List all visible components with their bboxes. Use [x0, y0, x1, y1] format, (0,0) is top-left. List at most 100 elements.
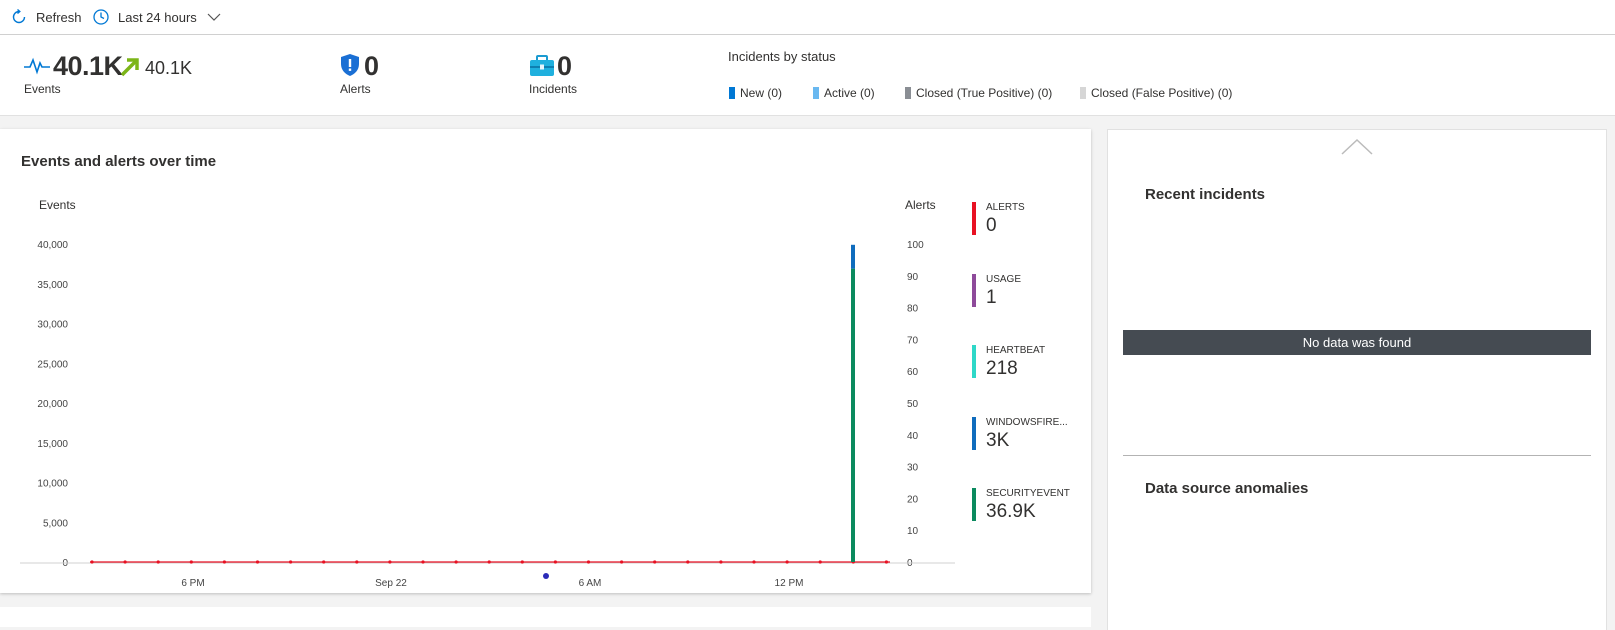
events-label: Events	[24, 82, 61, 96]
lower-panel	[0, 607, 1091, 627]
alerts-data-point	[785, 560, 789, 564]
alerts-data-point	[255, 560, 260, 564]
status-legend-item[interactable]: Active (0)	[813, 86, 875, 100]
y-right-tick-label: 80	[907, 304, 919, 315]
y-right-tick-label: 10	[907, 526, 919, 537]
y-right-tick-label: 30	[907, 463, 919, 474]
time-range-dropdown[interactable]: Last 24 hours	[92, 0, 221, 34]
y-right-tick-label: 50	[907, 399, 919, 410]
alerts-data-point	[454, 560, 458, 564]
status-legend-item[interactable]: Closed (True Positive) (0)	[905, 86, 1052, 100]
y-tick-label: 5,000	[43, 518, 68, 529]
y-right-tick-label: 60	[907, 367, 919, 378]
y-tick-label: 40,000	[37, 240, 68, 251]
shield-alert-icon	[341, 54, 359, 76]
status-label: New (0)	[740, 86, 783, 100]
status-legend-item[interactable]: New (0)	[729, 86, 782, 100]
events-alerts-chart: EventsAlerts05,00010,00015,00020,00025,0…	[20, 198, 955, 589]
refresh-button[interactable]: Refresh	[10, 0, 82, 34]
legend-series-value: 3K	[986, 429, 1010, 451]
y-axis-title: Events	[39, 198, 76, 212]
alerts-data-point	[884, 560, 889, 564]
alerts-data-point	[156, 560, 160, 564]
y-axis-right-title: Alerts	[905, 198, 936, 212]
y-right-tick-label: 90	[907, 272, 919, 283]
chevron-down-icon	[207, 13, 221, 21]
status-swatch	[1080, 87, 1086, 99]
alerts-data-point	[818, 560, 822, 564]
status-legend-item[interactable]: Closed (False Positive) (0)	[1080, 86, 1232, 100]
y-tick-label: 10,000	[37, 479, 68, 490]
y-tick-label: 35,000	[37, 280, 68, 291]
alerts-data-point	[189, 560, 193, 564]
alerts-data-point	[123, 560, 127, 564]
legend-series-name: USAGE	[986, 273, 1022, 285]
alerts-data-point	[686, 560, 690, 564]
legend-series-value: 36.9K	[986, 501, 1036, 522]
windowsfirewall-bar	[851, 244, 855, 269]
activity-pulse-icon	[24, 57, 50, 75]
status-swatch	[905, 87, 911, 99]
alerts-data-point	[421, 560, 425, 564]
command-bar: Refresh Last 24 hours	[0, 0, 1615, 35]
y-tick-label: 25,000	[37, 359, 68, 370]
alerts-data-point	[520, 560, 524, 564]
alerts-data-point	[586, 560, 591, 564]
clock-icon	[93, 9, 109, 25]
x-tick-label: 6 AM	[579, 578, 602, 589]
legend-series-name: WINDOWSFIRE...	[986, 416, 1068, 428]
divider	[1123, 455, 1591, 456]
legend-series-value: 1	[986, 286, 997, 308]
incidents-count: 0	[557, 51, 572, 81]
legend-color-bar	[972, 416, 976, 450]
status-label: Closed (False Positive) (0)	[1091, 86, 1233, 100]
time-range-label: Last 24 hours	[118, 9, 197, 25]
briefcase-icon	[530, 55, 554, 76]
x-tick-label: 6 PM	[181, 578, 204, 589]
y-tick-label: 15,000	[37, 439, 68, 450]
legend-series-value: 0	[986, 215, 997, 236]
alerts-data-point	[553, 560, 558, 564]
recent-incidents-title: Recent incidents	[1145, 186, 1266, 203]
x-tick-label: 12 PM	[775, 578, 804, 589]
alerts-data-point	[752, 560, 756, 564]
alerts-data-point	[355, 560, 359, 564]
alerts-data-point	[653, 560, 657, 564]
status-swatch	[813, 87, 819, 99]
legend-series-name: HEARTBEAT	[986, 345, 1046, 356]
x-tick-label: Sep 22	[375, 578, 407, 589]
y-right-tick-label: 100	[907, 240, 924, 251]
legend-color-bar	[972, 202, 976, 235]
events-trend-value: 40.1K	[145, 58, 193, 78]
status-label: Closed (True Positive) (0)	[916, 86, 1053, 100]
status-label: Active (0)	[824, 86, 875, 100]
refresh-label: Refresh	[36, 9, 82, 25]
refresh-icon	[12, 8, 26, 24]
alerts-label: Alerts	[340, 82, 371, 96]
legend-color-bar	[972, 273, 976, 307]
incidents-label: Incidents	[529, 82, 578, 96]
summary-bar: 40.1K 40.1K Events 0 Alerts 0 Incidents …	[0, 35, 1615, 116]
legend-series-name: ALERTS	[986, 202, 1025, 213]
legend-color-bar	[972, 345, 976, 378]
events-count: 40.1K	[53, 51, 123, 81]
alerts-count: 0	[364, 51, 379, 81]
no-data-banner: No data was found	[1123, 330, 1591, 355]
y-tick-label: 30,000	[37, 320, 68, 331]
collapse-chevron-icon[interactable]	[1340, 138, 1374, 156]
alerts-data-point	[222, 560, 226, 564]
alerts-data-point	[487, 560, 491, 564]
recent-incidents-panel: Recent incidents Data source anomalies	[1108, 130, 1606, 630]
data-source-anomalies-title: Data source anomalies	[1145, 480, 1309, 497]
legend-color-bar	[972, 488, 976, 521]
alerts-data-point	[90, 560, 94, 564]
events-alerts-panel: Events and alerts over time Events Alerts…	[0, 129, 1091, 593]
y-right-tick-label: 40	[907, 431, 919, 442]
time-marker-dot	[543, 573, 549, 579]
trend-up-arrow-icon	[120, 58, 139, 77]
alerts-data-point	[719, 560, 723, 564]
status-swatch	[729, 87, 735, 99]
y-right-tick-label: 70	[907, 335, 919, 346]
alerts-data-point	[322, 560, 326, 564]
alerts-data-point	[620, 560, 624, 564]
